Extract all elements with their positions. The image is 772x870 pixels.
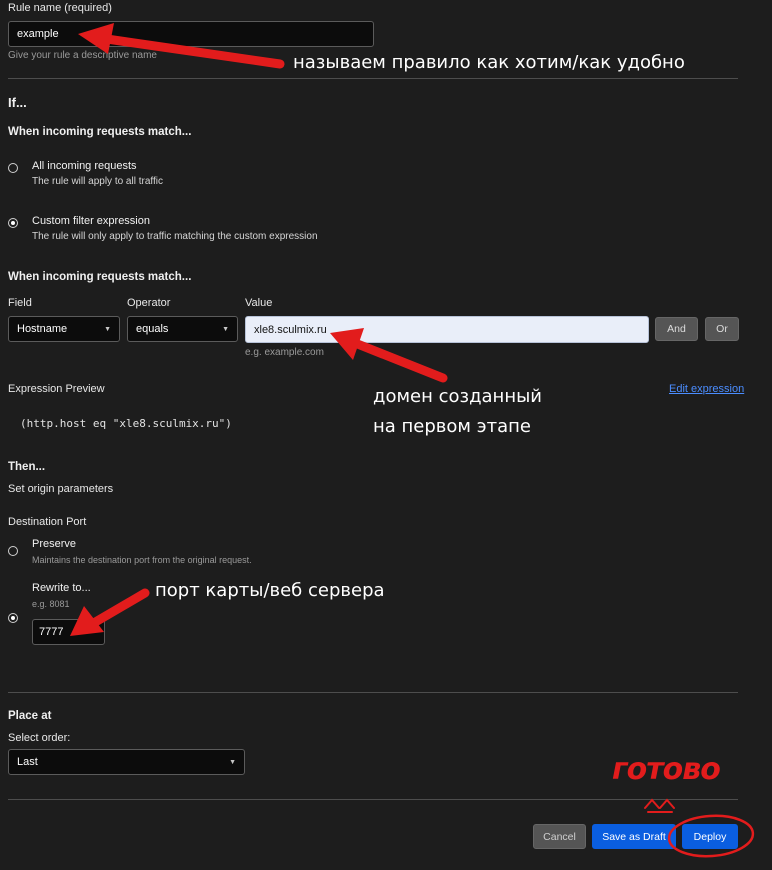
red-scribble-icon <box>644 798 675 813</box>
red-arrow-icon <box>70 588 150 636</box>
red-circle-icon <box>667 814 755 858</box>
red-arrow-icon <box>78 23 285 69</box>
annotation-overlay <box>70 23 755 858</box>
red-arrow-icon <box>330 328 448 383</box>
